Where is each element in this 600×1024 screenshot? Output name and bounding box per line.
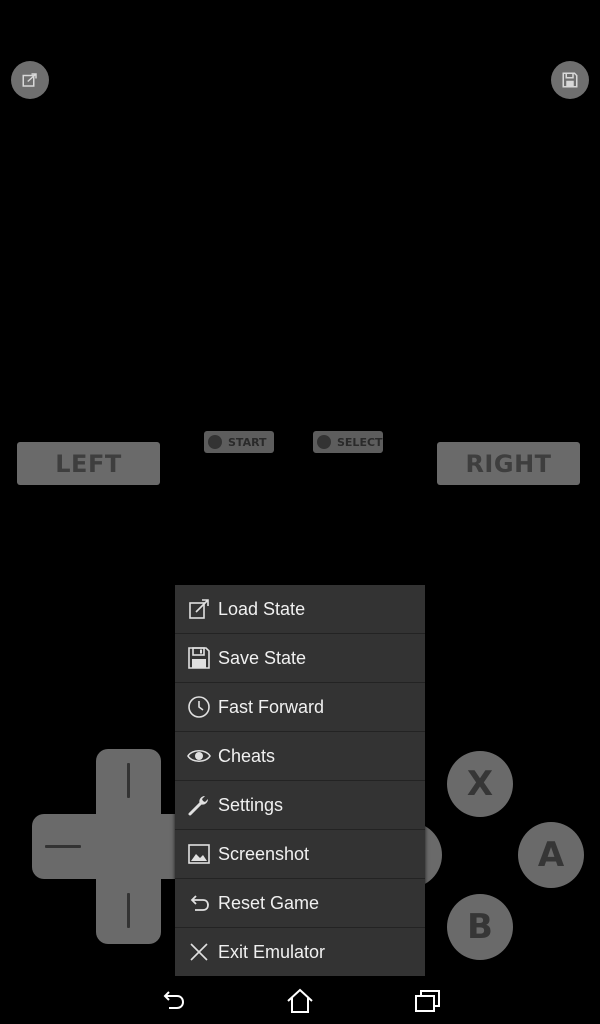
navigation-bar [0,976,600,1024]
a-label: A [537,835,565,875]
menu-item-fast-forward[interactable]: Fast Forward [175,683,425,732]
undo-icon [187,891,211,915]
wrench-icon [187,793,211,817]
menu-item-exit-emulator[interactable]: Exit Emulator [175,928,425,976]
b-label: B [467,907,493,947]
menu-item-screenshot[interactable]: Screenshot [175,830,425,879]
save-icon [562,72,578,88]
menu-item-label: Screenshot [218,843,310,864]
right-shoulder-button[interactable]: RIGHT [437,442,580,485]
emulator-menu: Load State Save State Fast Forward Cheat… [175,585,425,977]
menu-item-cheats[interactable]: Cheats [175,732,425,781]
home-button[interactable] [285,986,315,1016]
x-button[interactable]: X [447,751,513,817]
load-state-corner-button[interactable] [11,61,49,99]
menu-item-label: Exit Emulator [218,941,326,962]
home-icon [287,988,313,1013]
menu-item-save-state[interactable]: Save State [175,634,425,683]
picture-icon [187,842,211,866]
menu-item-label: Fast Forward [218,696,325,717]
menu-item-settings[interactable]: Settings [175,781,425,830]
menu-item-label: Load State [218,598,306,619]
back-icon [163,991,185,1009]
menu-item-label: Reset Game [218,892,320,913]
menu-item-label: Cheats [218,745,276,766]
a-button[interactable]: A [518,822,584,888]
left-shoulder-label: LEFT [55,449,122,478]
eye-icon [187,744,211,768]
dpad-left-mark [45,845,81,848]
dpad-down-mark [127,893,130,928]
back-button[interactable] [158,986,188,1016]
select-button[interactable]: SELECT [313,431,383,453]
select-label: SELECT [337,435,383,449]
b-button[interactable]: B [447,894,513,960]
menu-item-label: Save State [218,647,307,668]
start-dot-icon [208,435,222,449]
close-icon [187,940,211,964]
emulator-screen: LEFT RIGHT START SELECT X A B Load State… [0,0,600,1024]
menu-item-label: Settings [218,794,284,815]
menu-item-load-state[interactable]: Load State [175,585,425,634]
load-state-icon [22,73,37,87]
start-button[interactable]: START [204,431,274,453]
save-state-corner-button[interactable] [551,61,589,99]
load-state-icon [187,597,211,621]
clock-icon [187,695,211,719]
dpad-up-mark [127,763,130,798]
save-state-icon [187,646,211,670]
start-label: START [228,435,267,449]
left-shoulder-button[interactable]: LEFT [17,442,160,485]
menu-item-reset-game[interactable]: Reset Game [175,879,425,928]
select-dot-icon [317,435,331,449]
x-label: X [466,764,494,804]
right-shoulder-label: RIGHT [465,449,552,478]
recent-apps-button[interactable] [413,986,443,1016]
recent-apps-icon [415,990,440,1012]
